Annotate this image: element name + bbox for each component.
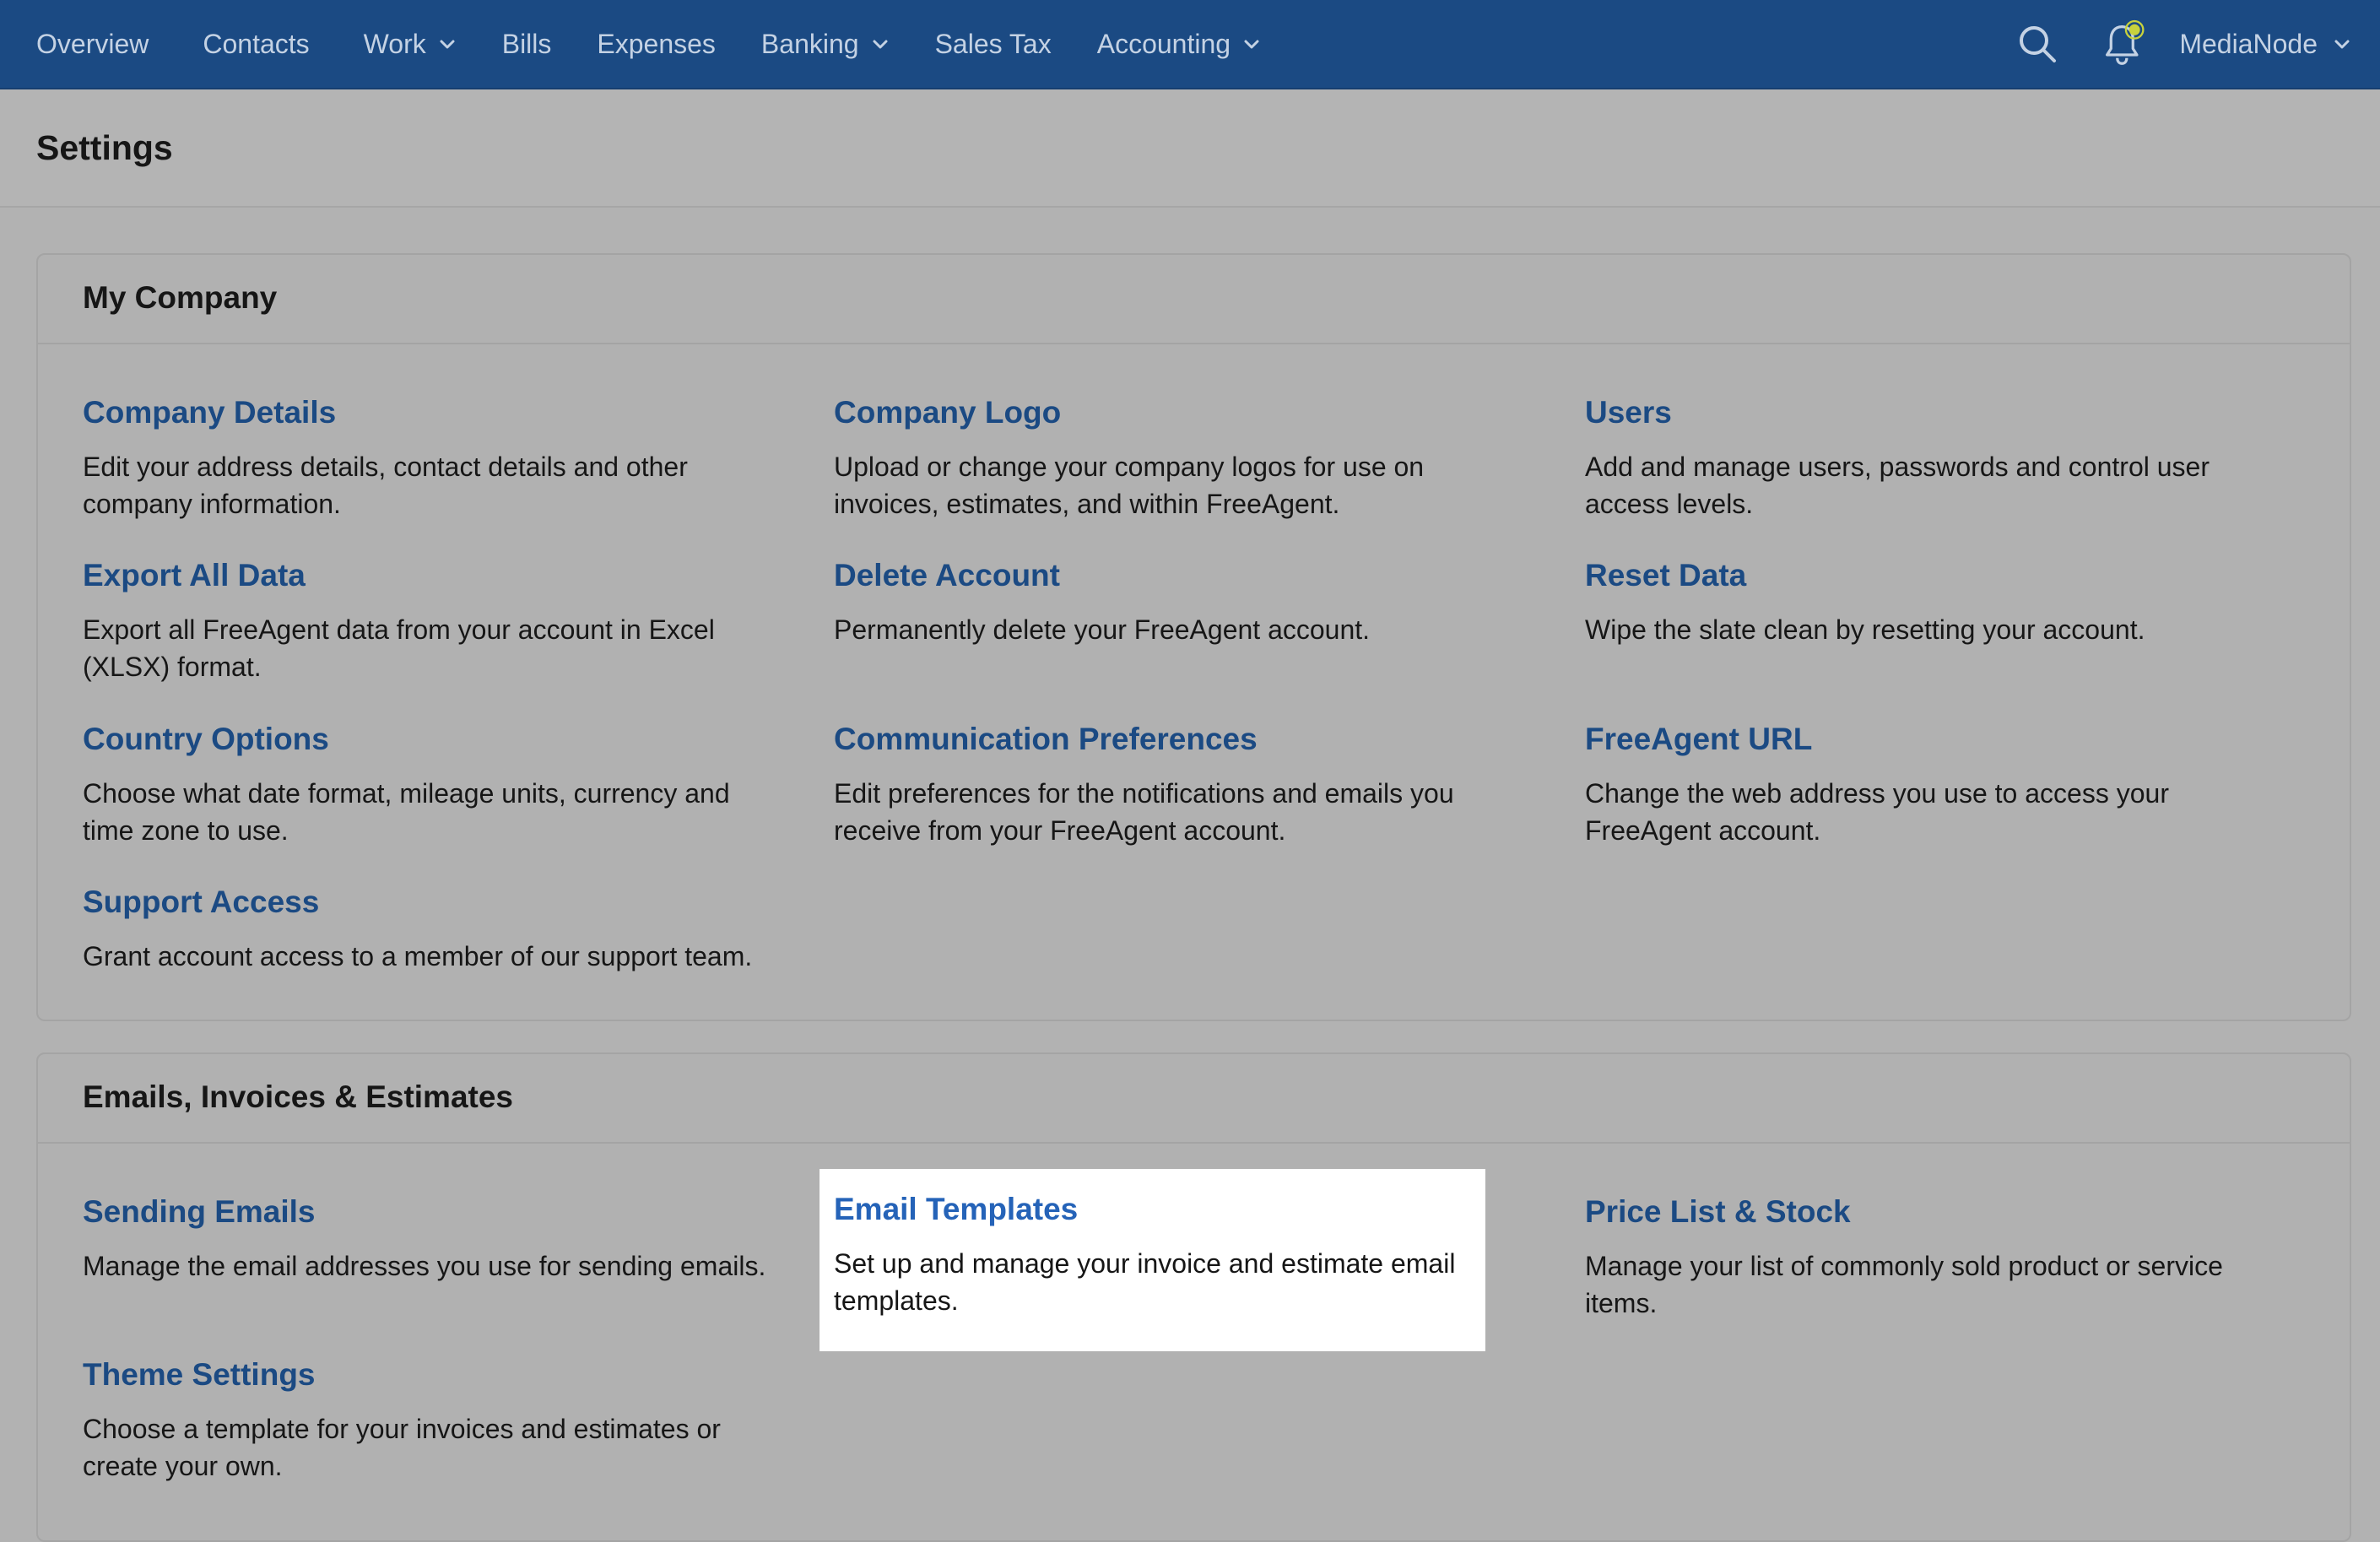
email-templates-highlight: Email Templates Set up and manage your i… — [819, 1169, 1485, 1351]
nav-item-sales-tax[interactable]: Sales Tax — [899, 0, 1061, 88]
nav-item-label: Work — [363, 28, 426, 59]
setting-description: Edit your address details, contact detai… — [83, 452, 688, 519]
setting-freeagent-url: FreeAgent URL Change the web address you… — [1585, 721, 2277, 849]
setting-company-details: Company Details Edit your address detail… — [83, 394, 775, 522]
setting-description: Choose what date format, mileage units, … — [83, 778, 730, 846]
setting-email-templates: Email Templates Set up and manage your i… — [834, 1191, 1475, 1319]
setting-description: Permanently delete your FreeAgent accoun… — [834, 614, 1371, 645]
card-title: Emails, Invoices & Estimates — [83, 1079, 514, 1114]
users-link[interactable]: Users — [1585, 394, 2277, 431]
card-title: My Company — [83, 280, 278, 315]
setting-sending-emails: Sending Emails Manage the email addresse… — [83, 1193, 775, 1285]
setting-description: Wipe the slate clean by resetting your a… — [1585, 614, 2145, 645]
delete-account-link[interactable]: Delete Account — [834, 557, 1526, 594]
search-icon[interactable] — [2015, 22, 2059, 66]
setting-users: Users Add and manage users, passwords an… — [1585, 394, 2277, 522]
setting-description: Export all FreeAgent data from your acco… — [83, 614, 715, 682]
sending-emails-link[interactable]: Sending Emails — [83, 1193, 775, 1231]
page-title: Settings — [36, 128, 173, 167]
company-logo-link[interactable]: Company Logo — [834, 394, 1526, 431]
nav-item-work[interactable]: Work — [319, 0, 466, 88]
bell-icon[interactable] — [2103, 19, 2147, 66]
setting-description: Manage your list of commonly sold produc… — [1585, 1251, 2223, 1318]
setting-description: Change the web address you use to access… — [1585, 778, 2169, 846]
freeagent-url-link[interactable]: FreeAgent URL — [1585, 721, 2277, 758]
nav-item-label: Contacts — [203, 28, 310, 59]
nav-item-label: Overview — [36, 28, 149, 59]
setting-price-list-stock: Price List & Stock Manage your list of c… — [1585, 1193, 2277, 1322]
setting-company-logo: Company Logo Upload or change your compa… — [834, 394, 1526, 522]
setting-description: Edit preferences for the notifications a… — [834, 778, 1454, 846]
setting-delete-account: Delete Account Permanently delete your F… — [834, 557, 1526, 648]
setting-description: Set up and manage your invoice and estim… — [834, 1248, 1456, 1316]
setting-description: Add and manage users, passwords and cont… — [1585, 452, 2210, 519]
card-header: Emails, Invoices & Estimates — [38, 1054, 2350, 1144]
setting-reset-data: Reset Data Wipe the slate clean by reset… — [1585, 557, 2277, 648]
setting-country-options: Country Options Choose what date format,… — [83, 721, 775, 849]
nav-item-contacts[interactable]: Contacts — [158, 0, 318, 88]
setting-description: Grant account access to a member of our … — [83, 941, 753, 971]
chevron-down-icon — [440, 40, 455, 49]
nav-item-banking[interactable]: Banking — [725, 0, 899, 88]
account-menu[interactable]: MediaNode — [2179, 29, 2351, 60]
setting-description: Upload or change your company logos for … — [834, 452, 1425, 519]
setting-communication-preferences: Communication Preferences Edit preferenc… — [834, 721, 1526, 849]
nav-item-label: Expenses — [597, 28, 716, 59]
price-list-stock-link[interactable]: Price List & Stock — [1585, 1193, 2277, 1231]
main-menu: Overview Contacts Work Bills Expenses Ba… — [0, 0, 1270, 88]
country-options-link[interactable]: Country Options — [83, 721, 775, 758]
nav-item-label: Banking — [760, 28, 859, 59]
nav-item-label: Sales Tax — [934, 28, 1052, 59]
export-all-data-link[interactable]: Export All Data — [83, 557, 775, 594]
my-company-card: My Company Company Details Edit your add… — [36, 253, 2351, 1021]
setting-description: Choose a template for your invoices and … — [83, 1414, 721, 1481]
nav-item-expenses[interactable]: Expenses — [560, 0, 725, 88]
nav-item-bills[interactable]: Bills — [466, 0, 561, 88]
nav-item-accounting[interactable]: Accounting — [1061, 0, 1270, 88]
support-access-link[interactable]: Support Access — [83, 884, 775, 921]
chevron-down-icon — [1244, 40, 1259, 49]
theme-settings-link[interactable]: Theme Settings — [83, 1356, 775, 1393]
email-templates-link[interactable]: Email Templates — [834, 1191, 1475, 1228]
nav-item-overview[interactable]: Overview — [0, 0, 158, 88]
setting-support-access: Support Access Grant account access to a… — [83, 884, 775, 975]
page-header: Settings — [0, 89, 2380, 208]
setting-export-all-data: Export All Data Export all FreeAgent dat… — [83, 557, 775, 685]
nav-item-label: Accounting — [1096, 28, 1231, 59]
account-name: MediaNode — [2179, 28, 2318, 59]
setting-theme-settings: Theme Settings Choose a template for you… — [83, 1356, 775, 1485]
chevron-down-icon — [873, 40, 888, 49]
nav-utilities: MediaNode — [2015, 0, 2380, 88]
setting-description: Manage the email addresses you use for s… — [83, 1251, 766, 1281]
card-header: My Company — [38, 255, 2350, 344]
top-navigation-bar: Overview Contacts Work Bills Expenses Ba… — [0, 0, 2380, 89]
nav-item-label: Bills — [501, 28, 552, 59]
chevron-down-icon — [2334, 40, 2350, 49]
company-details-link[interactable]: Company Details — [83, 394, 775, 431]
reset-data-link[interactable]: Reset Data — [1585, 557, 2277, 594]
communication-preferences-link[interactable]: Communication Preferences — [834, 721, 1526, 758]
